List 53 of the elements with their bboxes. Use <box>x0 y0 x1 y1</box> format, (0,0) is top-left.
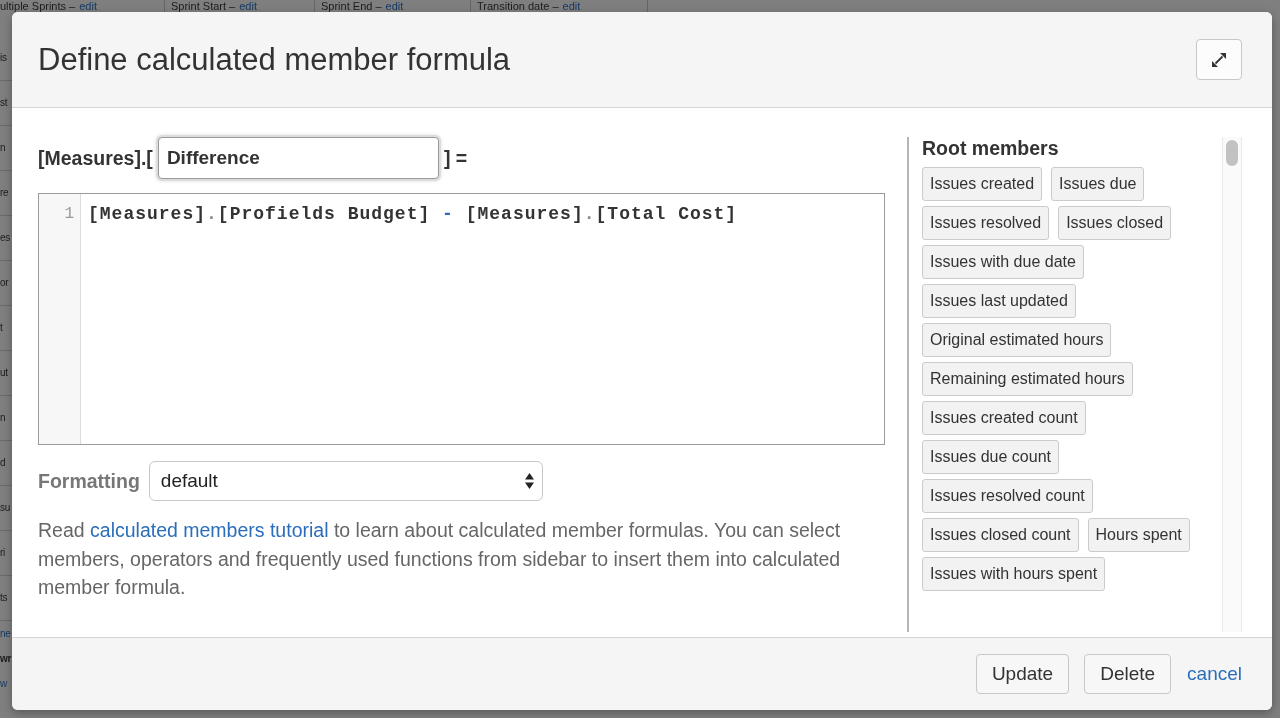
member-name-input[interactable]: Difference <box>157 137 439 179</box>
column-header-text: Sprint Start – <box>171 0 236 12</box>
member-chip[interactable]: Issues due count <box>922 440 1059 474</box>
scrollbar-thumb[interactable] <box>1226 140 1238 166</box>
page-cell-text: ut <box>0 367 8 379</box>
action-button[interactable]: Update <box>975 654 1070 694</box>
member-chip[interactable]: Issues resolved count <box>922 479 1093 513</box>
action-button[interactable]: Delete <box>1084 654 1172 694</box>
page-cell-text: n <box>0 142 6 154</box>
formula-code: [Measures].[Profields Budget] - [Measures].[Total Cost] <box>88 203 738 225</box>
member-chip[interactable]: Remaining estimated hours <box>922 362 1133 396</box>
page-cell-text: es <box>0 232 10 244</box>
measure-suffix: ] = <box>443 146 468 170</box>
member-chip[interactable]: Issues with due date <box>922 245 1084 279</box>
member-chip[interactable]: Issues closed count <box>922 518 1079 552</box>
page-cell-text: re <box>0 187 9 199</box>
tutorial-link[interactable]: calculated members tutorial <box>90 519 329 541</box>
page-cell-text: wr <box>0 652 12 665</box>
member-chip[interactable]: Issues resolved <box>922 206 1050 240</box>
member-chip[interactable]: Issues created count <box>922 401 1086 435</box>
page-link-text: ne <box>0 627 11 640</box>
member-chip[interactable]: Issues created <box>922 167 1043 201</box>
code-editor[interactable]: 1 [Measures].[Profields Budget] - [Measures].[Total Cost] <box>38 193 885 445</box>
formatting-label: Formatting <box>38 469 140 493</box>
column-header-text: Transition date – <box>477 0 559 12</box>
page-cell-text: or <box>0 277 9 289</box>
formatting-select[interactable]: default <box>148 461 543 501</box>
member-chip[interactable]: Issues closed <box>1058 206 1172 240</box>
page-cell-text: ri <box>0 547 5 559</box>
measure-prefix: [Measures].[ <box>38 146 153 170</box>
member-chip[interactable]: Issues last updated <box>922 284 1076 318</box>
updown-caret-icon <box>524 473 534 489</box>
help-text: Read calculated members tutorial to learn about calculated member formulas. You can select members, operators and frequently used functions from sidebar to insert them into calculated member formula. <box>38 518 842 600</box>
column-header-text: ultiple Sprints – <box>0 0 76 12</box>
page-cell-text: su <box>0 502 10 514</box>
page-cell-text: is <box>0 52 7 64</box>
member-chip[interactable]: Issues due <box>1051 167 1145 201</box>
dialog-title: Define calculated member formula <box>38 41 511 78</box>
expand-button[interactable] <box>1196 39 1242 80</box>
page-cell-text: ts <box>0 592 8 604</box>
member-chip[interactable]: Original estimated hours <box>922 323 1112 357</box>
column-header-text: Sprint End – <box>321 0 382 12</box>
page-cell-text: st <box>0 97 8 109</box>
member-chip[interactable]: Hours spent <box>1087 518 1190 552</box>
sidebar-title: Root members <box>922 137 1060 159</box>
expand-icon <box>1212 52 1226 67</box>
member-chip[interactable]: Issues with hours spent <box>922 557 1106 591</box>
line-number: 1 <box>64 204 74 225</box>
page-link-text: w <box>0 677 7 690</box>
text-link[interactable]: cancel <box>1187 663 1242 685</box>
page-cell-text: n <box>0 412 6 424</box>
page-cell-text: t <box>0 322 3 334</box>
page-cell-text: d <box>0 457 6 469</box>
